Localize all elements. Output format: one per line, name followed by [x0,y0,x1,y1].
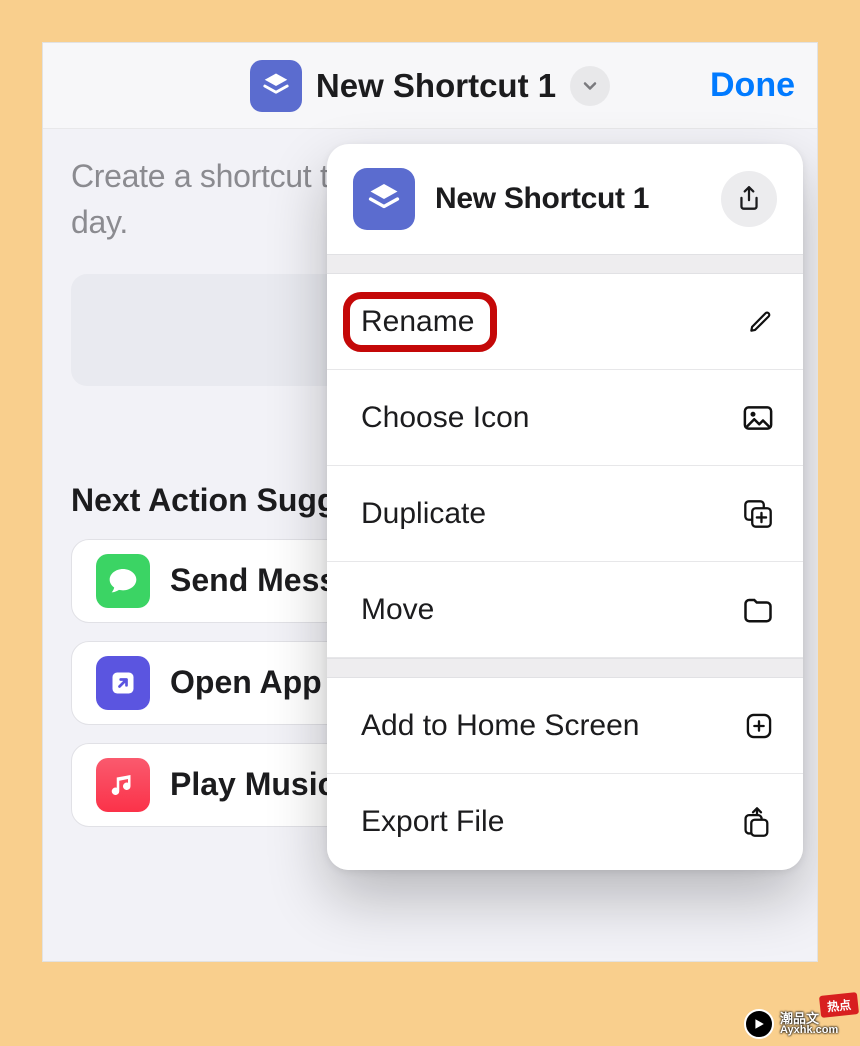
suggestion-label: Play Music [170,766,335,803]
menu-export-file[interactable]: Export File [327,774,803,870]
shortcut-app-icon [250,60,302,112]
done-button[interactable]: Done [710,66,795,105]
popover-separator [327,658,803,678]
menu-label: Add to Home Screen [361,709,639,743]
chevron-down-icon [580,76,600,96]
popover-separator [327,254,803,274]
folder-icon [743,597,773,623]
open-app-icon [96,656,150,710]
shortcut-app-icon [353,168,415,230]
share-button[interactable] [721,171,777,227]
menu-label: Choose Icon [361,401,529,435]
highlight-annotation [343,292,497,352]
menu-add-home[interactable]: Add to Home Screen [327,678,803,774]
export-icon [741,806,773,838]
duplicate-icon [743,499,773,529]
play-icon [744,1009,774,1039]
navbar: New Shortcut 1 Done [43,43,817,129]
suggestion-label: Open App [170,664,322,701]
menu-label: Duplicate [361,497,486,531]
watermark-domain: Ayxhk.com [780,1025,838,1036]
title-menu-button[interactable] [570,66,610,106]
share-icon [736,185,762,213]
menu-duplicate[interactable]: Duplicate [327,466,803,562]
watermark-badge: 热点 [819,992,859,1018]
add-square-icon [745,712,773,740]
pencil-icon [747,309,773,335]
music-app-icon [96,758,150,812]
menu-label: Move [361,593,434,627]
messages-app-icon [96,554,150,608]
image-icon [743,405,773,431]
navbar-title-group: New Shortcut 1 [43,60,817,112]
shortcut-title[interactable]: New Shortcut 1 [316,67,556,105]
menu-move[interactable]: Move [327,562,803,658]
source-watermark: 潮品文 Ayxhk.com 热点 [740,1002,860,1046]
popover-header: New Shortcut 1 [327,144,803,254]
menu-rename[interactable]: Rename [327,274,803,370]
menu-choose-icon[interactable]: Choose Icon [327,370,803,466]
popover-title: New Shortcut 1 [435,182,649,216]
menu-label: Export File [361,805,504,839]
shortcut-options-popover: New Shortcut 1 Rename Choose Icon Dupli [327,144,803,870]
editor-frame: New Shortcut 1 Done Create a shortcut to… [42,42,818,962]
